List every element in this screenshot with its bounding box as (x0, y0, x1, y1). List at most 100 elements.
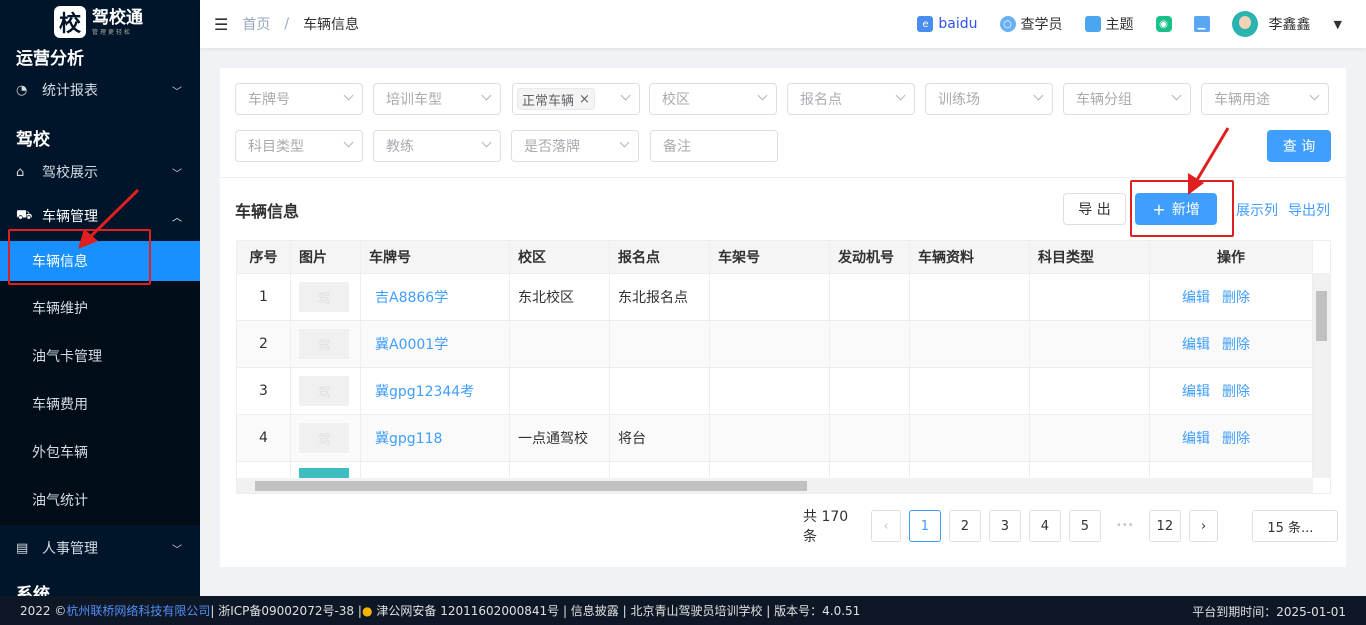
baidu-link[interactable]: e baidu (917, 16, 978, 32)
select-placeholder: 车辆用途 (1214, 92, 1270, 108)
plate-link[interactable]: 吉A8866学 (375, 287, 448, 307)
filter-select[interactable]: 科目类型 (235, 130, 363, 162)
submenu-vehicle-cost[interactable]: 车辆费用 (0, 384, 200, 424)
filter-select[interactable]: 车辆分组 (1063, 83, 1191, 115)
filter-select[interactable]: 教练 (373, 130, 501, 162)
vehicle-image[interactable]: 驾 (299, 423, 349, 453)
edit-button[interactable]: 编辑 (1182, 428, 1210, 448)
close-icon[interactable]: × (579, 92, 590, 107)
remark-input[interactable]: 备注 (650, 130, 778, 162)
table-cell: 吉A8866学 (361, 274, 510, 320)
export-columns-link[interactable]: 导出列 (1288, 200, 1330, 220)
filter-select[interactable]: 训练场 (925, 83, 1053, 115)
shield-button[interactable]: ◉ (1155, 16, 1172, 32)
chevron-down-icon (1309, 90, 1320, 101)
vertical-scrollbar[interactable] (1313, 273, 1330, 478)
company-link[interactable]: 杭州联桥网络科技有限公司 (66, 602, 210, 619)
menu-toggle-icon[interactable]: ☰ (214, 15, 228, 34)
link-label: 主题 (1105, 17, 1134, 33)
plate-link[interactable]: 冀gpg118 (375, 428, 442, 448)
table-cell (830, 415, 910, 461)
scroll-thumb[interactable] (255, 481, 807, 491)
table-cell (1030, 415, 1150, 461)
edit-button[interactable]: 编辑 (1182, 381, 1210, 401)
user-menu[interactable]: 李鑫鑫 ▼ (1231, 11, 1358, 37)
filter-select[interactable]: 车牌号 (235, 83, 363, 115)
brand-slogan: 管理更轻松 (92, 28, 133, 36)
page-button[interactable]: 4 (1028, 510, 1061, 542)
menu-item-stats[interactable]: ◔ 统计报表 ﹀ (0, 70, 200, 110)
avatar (1231, 11, 1258, 37)
page-button[interactable]: 3 (988, 510, 1021, 542)
filter-vehicle-status[interactable]: 正常车辆 × (512, 83, 640, 115)
table-cell: 4 (237, 415, 291, 461)
prev-page-button[interactable]: ‹ (871, 510, 901, 542)
select-placeholder: 校区 (662, 92, 690, 108)
delete-button[interactable]: 删除 (1222, 334, 1250, 354)
chevron-down-icon (481, 137, 492, 148)
menu-item-hr[interactable]: ▤ 人事管理 ﹀ (0, 528, 200, 568)
table-cell (510, 321, 610, 367)
page-size-select[interactable]: 15 条... (1252, 510, 1338, 542)
filter-select[interactable]: 培训车型 (373, 83, 501, 115)
horizontal-scrollbar[interactable] (237, 478, 1313, 493)
filter-select[interactable]: 是否落牌 (511, 130, 639, 162)
edit-button[interactable]: 编辑 (1182, 334, 1210, 354)
page-button[interactable]: 2 (948, 510, 981, 542)
plate-link[interactable]: 冀A0001学 (375, 334, 448, 354)
vehicle-image[interactable]: 驾 (299, 329, 349, 359)
query-button[interactable]: 查 询 (1267, 130, 1331, 162)
select-placeholder: 车牌号 (248, 92, 290, 108)
vehicle-image[interactable]: 驾 (299, 282, 349, 312)
plate-link[interactable]: 冀gpg12344考 (375, 381, 474, 401)
vehicle-image[interactable]: 驾 (299, 376, 349, 406)
submenu-fuel-card[interactable]: 油气卡管理 (0, 336, 200, 376)
page-button[interactable]: 12 (1148, 510, 1181, 542)
table-cell: 编辑 删除 (1150, 415, 1313, 461)
breadcrumb-home[interactable]: 首页 (242, 14, 270, 34)
show-columns-link[interactable]: 展示列 (1236, 200, 1278, 220)
selected-tag: 正常车辆 × (517, 88, 595, 110)
page-button[interactable]: 1 (908, 510, 941, 542)
tshirt-icon (1084, 16, 1101, 32)
pagination-ellipsis[interactable]: ••• (1109, 510, 1141, 542)
filter-select[interactable]: 校区 (649, 83, 777, 115)
theme-link[interactable]: 主题 (1084, 14, 1134, 34)
table-cell: 驾 (291, 368, 361, 414)
filter-select[interactable]: 报名点 (787, 83, 915, 115)
chevron-down-icon (619, 137, 630, 148)
icp-text[interactable]: | 浙ICP备09002072号-38 | (210, 602, 362, 619)
next-page-button[interactable]: › (1188, 510, 1219, 542)
table-cell: 驾 (291, 274, 361, 320)
delete-button[interactable]: 删除 (1222, 381, 1250, 401)
column-header: 序号 (237, 241, 291, 273)
submenu-fuel-stats[interactable]: 油气统计 (0, 480, 200, 520)
submenu-vehicle-maintenance[interactable]: 车辆维护 (0, 288, 200, 328)
expire-date: 平台到期时间：2025-01-01 (1192, 605, 1346, 619)
filter-select[interactable]: 车辆用途 (1201, 83, 1329, 115)
column-header: 车牌号 (361, 241, 510, 273)
search-student-link[interactable]: ○ 查学员 (999, 14, 1063, 34)
scroll-thumb[interactable] (1316, 291, 1327, 341)
column-header: 图片 (291, 241, 361, 273)
select-placeholder: 科目类型 (248, 139, 304, 155)
select-placeholder: 教练 (386, 139, 414, 155)
header: ☰ 首页 / 车辆信息 e baidu ○ 查学员 主题 ◉ ▁ 李鑫鑫 ▼ (200, 0, 1366, 48)
export-button[interactable]: 导 出 (1063, 193, 1126, 225)
edit-button[interactable]: 编辑 (1182, 287, 1210, 307)
column-header: 科目类型 (1030, 241, 1150, 273)
page-button[interactable]: 5 (1068, 510, 1101, 542)
table-cell: 东北报名点 (610, 274, 710, 320)
select-placeholder: 训练场 (938, 92, 980, 108)
submenu-outsourced[interactable]: 外包车辆 (0, 432, 200, 472)
delete-button[interactable]: 删除 (1222, 428, 1250, 448)
dashboard-button[interactable]: ▁ (1193, 16, 1210, 32)
table-cell (1030, 321, 1150, 367)
delete-button[interactable]: 删除 (1222, 287, 1250, 307)
table-cell: 冀gpg118 (361, 415, 510, 461)
chevron-down-icon (1033, 90, 1044, 101)
logo-mark: 校 (54, 6, 86, 38)
table-cell (710, 415, 830, 461)
table-cell (830, 321, 910, 367)
table-cell (1030, 274, 1150, 320)
